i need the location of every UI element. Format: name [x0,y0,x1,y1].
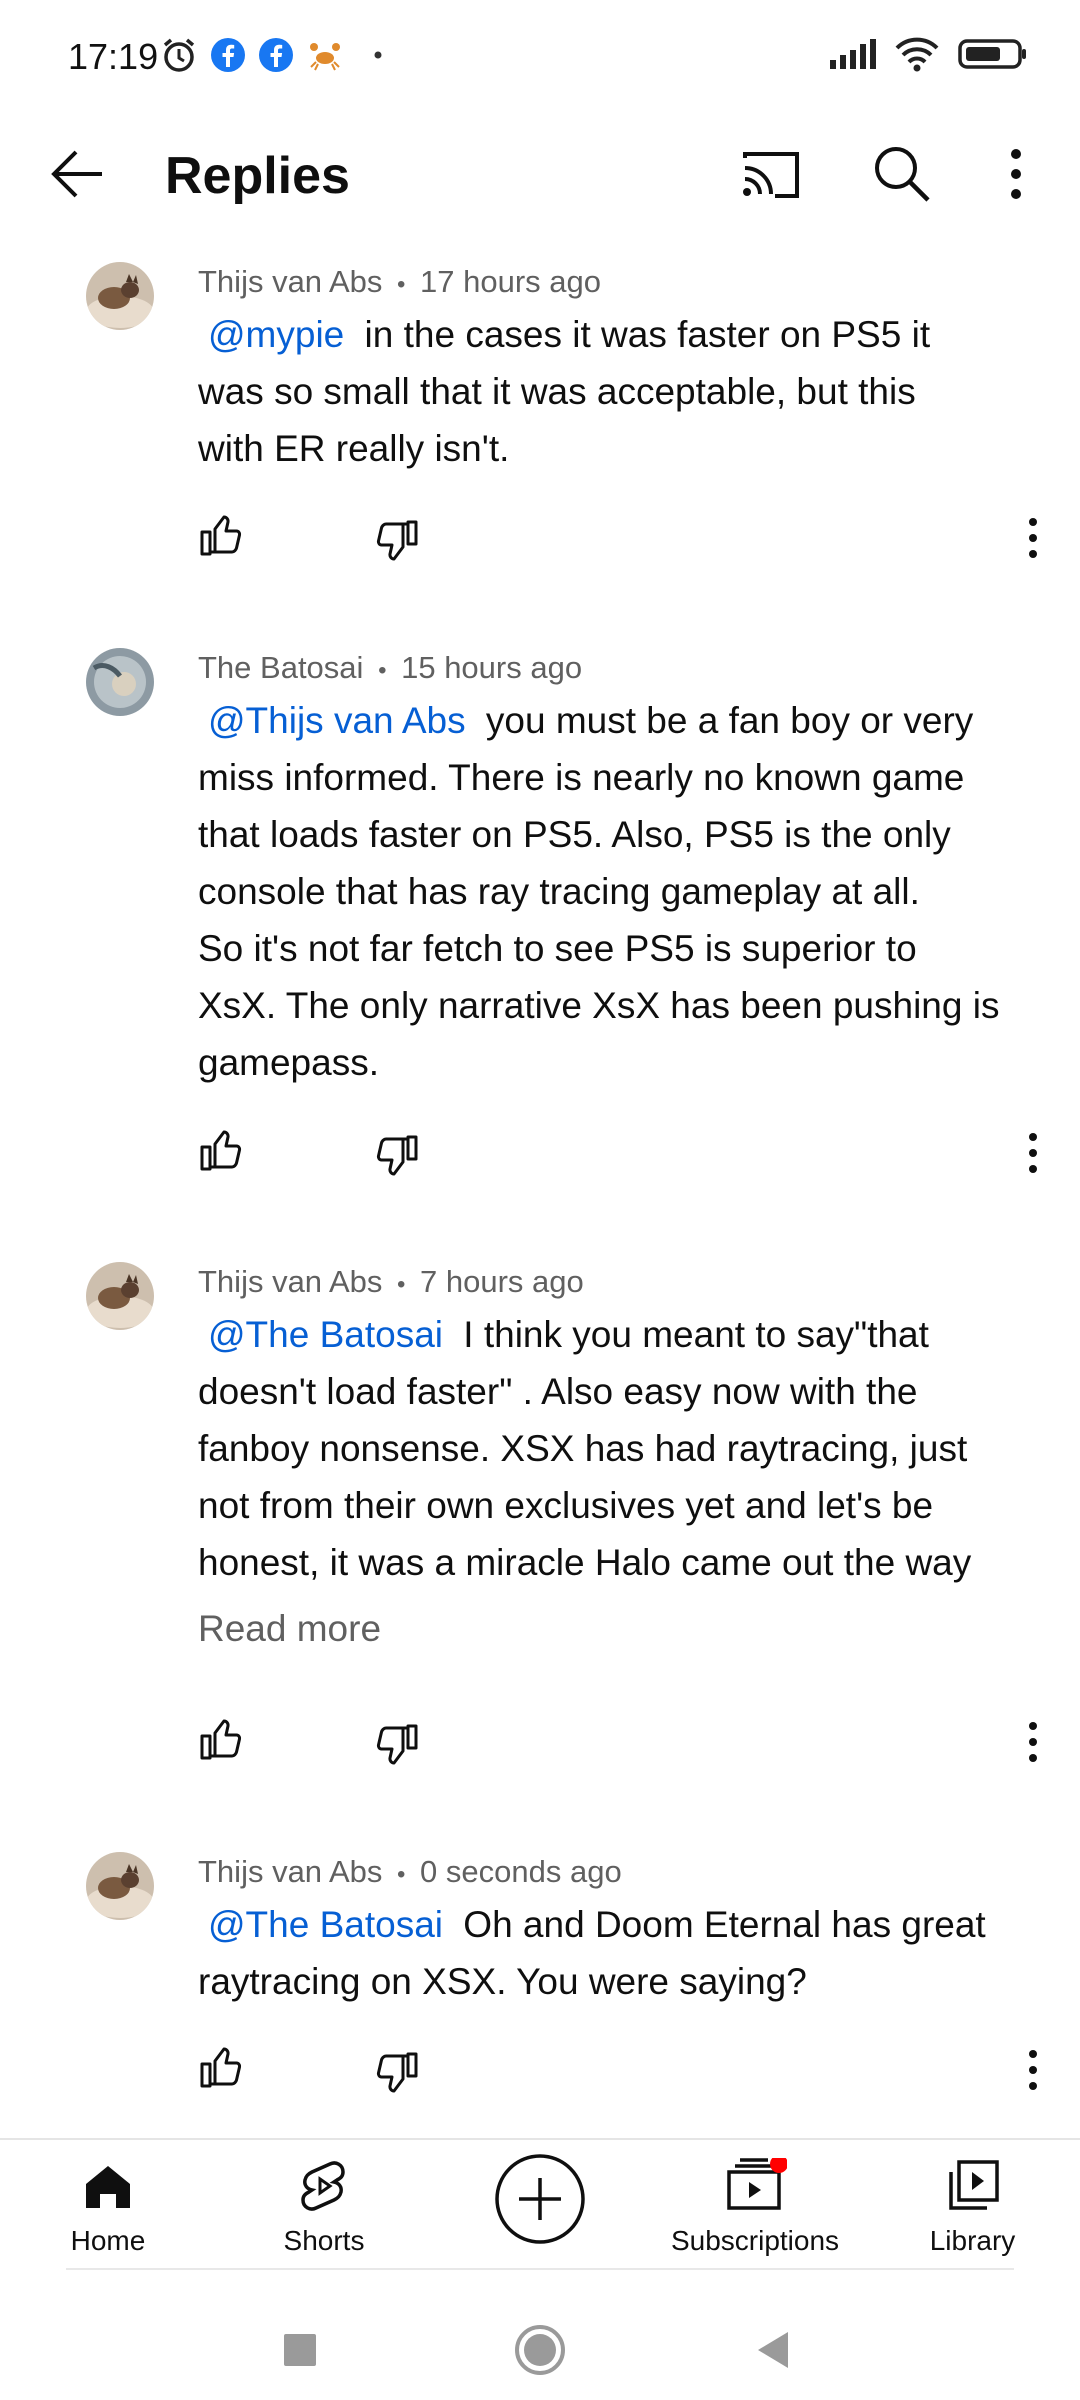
status-time: 17:19 [68,36,159,77]
home-icon [86,2166,130,2208]
wifi-icon [894,36,940,72]
more-vertical-icon [1029,518,1037,558]
thumbs-down-icon [376,520,418,561]
comment-time: 7 hours ago [420,1264,584,1299]
comment-actions [198,1127,1048,1187]
nav-home[interactable]: Home [48,2158,168,2257]
app-bar: Replies [0,118,1080,242]
crab-icon [306,38,344,72]
home-circle-icon [515,2325,565,2375]
library-icon [948,2160,999,2210]
system-home-button[interactable] [514,2324,566,2381]
nav-subscriptions-label: Subscriptions [670,2225,840,2256]
like-button[interactable] [198,1716,244,1762]
comment-menu-button[interactable] [1018,512,1048,568]
mention-link[interactable]: @The Batosai [198,1904,453,1945]
comment-text: @The Batosai I think you meant to say"th… [198,1314,972,1583]
comment-text: @Thijs van Abs you must be a fan boy or … [198,700,1000,1083]
comment-menu-button[interactable] [1018,2044,1048,2100]
recents-square-icon [284,2334,316,2366]
dislike-button[interactable] [374,1722,420,1768]
comment-author[interactable]: Thijs van Abs [198,1264,382,1299]
more-vertical-icon [1011,149,1021,199]
comment-actions [198,1716,1048,1776]
comment-time: 0 seconds ago [420,1854,622,1889]
mention-link[interactable]: @mypie [198,314,354,355]
cast-button[interactable] [735,138,807,210]
system-navigation [0,2280,1080,2400]
dislike-button[interactable] [374,2050,420,2096]
mention-link[interactable]: @The Batosai [198,1314,453,1355]
divider [66,2268,1014,2270]
thumbs-down-icon [376,1135,418,1176]
status-bar: 17:19 [0,0,1080,118]
page-title: Replies [165,147,350,205]
thumbs-up-icon [200,1719,242,1760]
more-vertical-icon [1029,2050,1037,2090]
nav-shorts[interactable]: Shorts [264,2158,384,2257]
comment-text: @The Batosai Oh and Doom Eternal has gre… [198,1904,986,2002]
like-button[interactable] [198,512,244,558]
thumbs-down-icon [376,2052,418,2093]
comment-actions [198,512,1048,572]
system-back-button[interactable] [754,2330,792,2375]
battery-icon [958,37,1028,71]
read-more-link[interactable]: Read more [198,1608,381,1650]
create-plus-icon [495,2154,585,2244]
comment-text: @mypie in the cases it was faster on PS5… [198,314,931,469]
nav-library[interactable]: Library [910,2158,1035,2257]
more-vertical-icon [1029,1133,1037,1173]
nav-subscriptions[interactable]: Subscriptions [660,2155,850,2257]
avatar[interactable] [86,1262,154,1330]
comment-menu-button[interactable] [1018,1716,1048,1772]
comment-actions [198,2044,1048,2104]
thumbs-down-icon [376,1724,418,1765]
subscriptions-icon [727,2155,788,2210]
back-arrow-icon [51,150,102,198]
shorts-icon [301,2161,345,2211]
nav-home-label: Home [70,2225,146,2256]
avatar[interactable] [86,1852,154,1920]
more-vertical-icon [1029,1722,1037,1762]
signal-icon [828,38,876,70]
comment-meta: Thijs van Abs • 7 hours ago [198,1264,584,1299]
comment-time: 15 hours ago [401,650,583,685]
back-triangle-icon [758,2332,788,2368]
thumbs-up-icon [200,515,242,556]
like-button[interactable] [198,1127,244,1173]
facebook-icon [258,37,294,73]
nav-library-label: Library [929,2225,1016,2256]
comment-meta: Thijs van Abs • 0 seconds ago [198,1854,622,1889]
like-button[interactable] [198,2044,244,2090]
more-options-button[interactable] [980,138,1052,210]
thumbs-up-icon [200,2047,242,2088]
search-button[interactable] [866,138,938,210]
comment-author[interactable]: Thijs van Abs [198,1854,382,1889]
comment-author[interactable]: Thijs van Abs [198,264,382,299]
back-button[interactable] [42,138,114,210]
comment-menu-button[interactable] [1018,1127,1048,1183]
nav-shorts-label: Shorts [283,2225,365,2256]
thumbs-up-icon [200,1130,242,1171]
search-icon [875,147,930,202]
nav-create[interactable] [492,2152,588,2251]
bottom-navigation: Home Shorts Subscriptions Library [0,2138,1080,2272]
avatar[interactable] [86,648,154,716]
recents-button[interactable] [282,2332,318,2373]
cast-icon [743,152,799,198]
comment-time: 17 hours ago [420,264,602,299]
alarm-icon [160,36,198,74]
dot-icon [374,51,382,59]
facebook-icon [210,37,246,73]
dislike-button[interactable] [374,1133,420,1179]
comment-author[interactable]: The Batosai [198,650,363,685]
mention-link[interactable]: @Thijs van Abs [198,700,476,741]
comment-meta: Thijs van Abs • 17 hours ago [198,264,602,299]
dislike-button[interactable] [374,518,420,564]
comment-meta: The Batosai • 15 hours ago [198,650,583,685]
avatar[interactable] [86,262,154,330]
